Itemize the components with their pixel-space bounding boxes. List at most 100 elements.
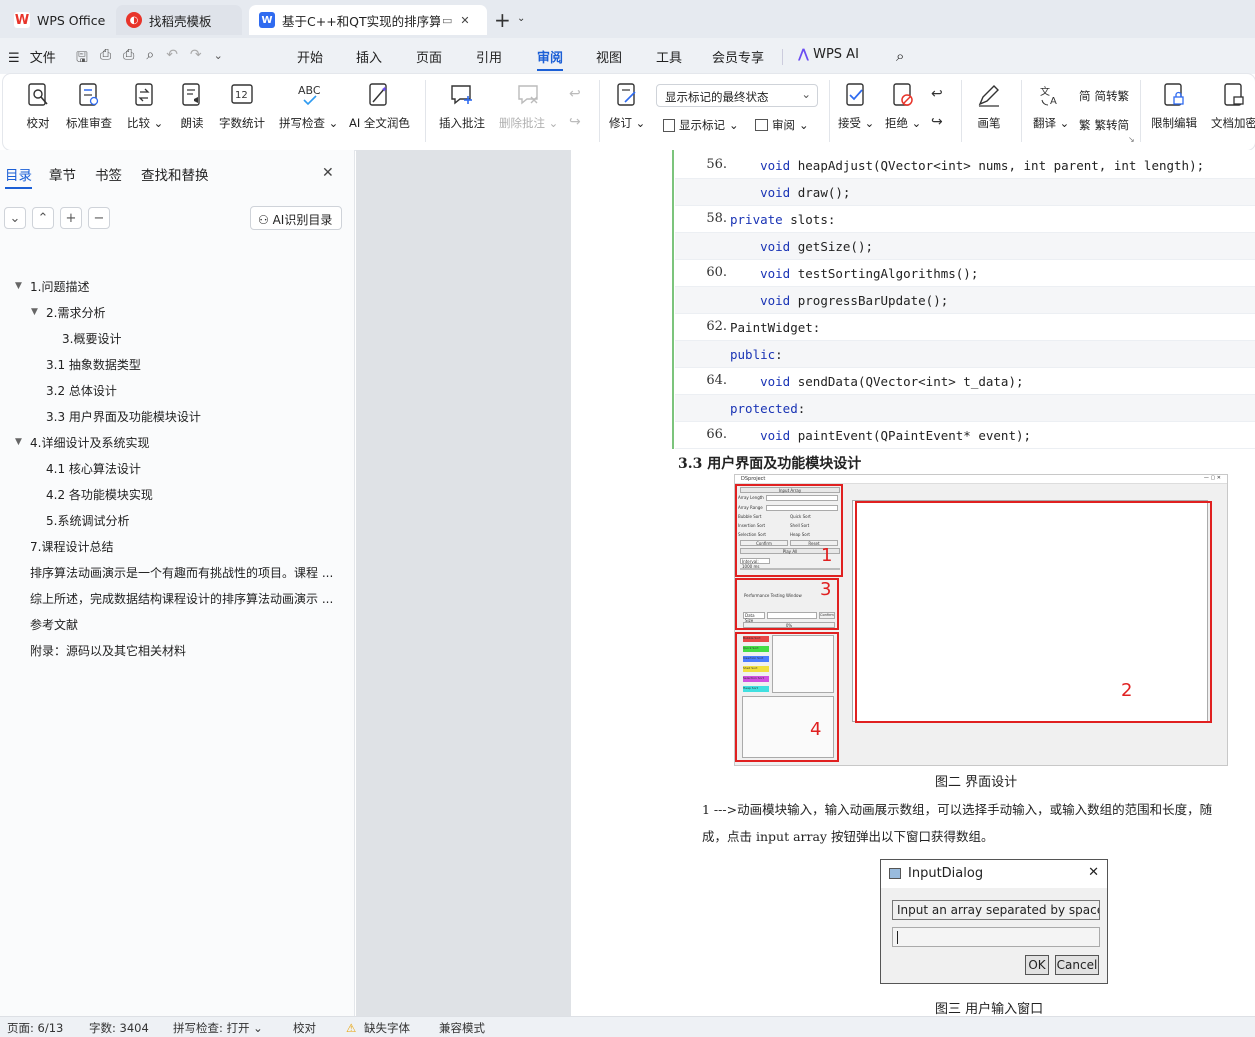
close-panel-icon[interactable]: ✕: [322, 165, 334, 181]
std-review-button[interactable]: 标准审查: [66, 82, 112, 131]
minus-icon: −: [93, 210, 105, 226]
review-pane-button[interactable]: 审阅 ⌄: [755, 117, 809, 133]
toc-item[interactable]: 排序算法动画演示是一个有趣而有挑战性的项目。课程 ...: [30, 564, 333, 581]
toc-item[interactable]: 3.2 总体设计: [46, 382, 117, 399]
toc-item[interactable]: 附录：源码以及其它相关材料: [30, 642, 186, 659]
simp-to-trad-icon: 简: [1079, 89, 1091, 103]
toc-item[interactable]: 3.概要设计: [62, 330, 121, 347]
insert-comment-icon: [449, 82, 475, 108]
next-comment-icon[interactable]: ↪: [569, 114, 581, 130]
fig-red-box-2: [855, 501, 1212, 723]
toc-item[interactable]: 3.1 抽象数据类型: [46, 356, 141, 373]
collapse-triangle-icon[interactable]: ▼: [31, 307, 38, 317]
remove-heading-button[interactable]: −: [88, 207, 110, 229]
spell-check-status[interactable]: 拼写检查: 打开 ⌄: [173, 1020, 263, 1036]
code-keyword: void: [760, 266, 791, 281]
word-count-button[interactable]: 12 字数统计: [219, 82, 265, 131]
hamburger-icon: ☰: [8, 51, 20, 66]
svg-text:文: 文: [1040, 85, 1050, 98]
tab-wps-office[interactable]: W WPS Office: [4, 5, 110, 35]
collapse-triangle-icon[interactable]: ▼: [15, 437, 22, 447]
panel-tab-toc[interactable]: 目录: [5, 164, 32, 189]
compare-button[interactable]: 比较 ⌄: [127, 82, 163, 131]
track-changes-button[interactable]: 修订 ⌄: [609, 82, 645, 131]
ai-toc-button[interactable]: ⚇ AI识别目录: [250, 206, 342, 230]
dialog-cancel-button: Cancel: [1055, 955, 1099, 975]
ai-polish-button[interactable]: ✦ AI 全文润色: [349, 82, 410, 131]
pen-button[interactable]: 画笔: [976, 82, 1002, 131]
prev-change-icon[interactable]: ↩: [931, 86, 943, 102]
search-icon[interactable]: ⌕: [896, 47, 904, 65]
markup-state-select[interactable]: 显示标记的最终状态 ⌄: [656, 84, 818, 107]
proofread-status[interactable]: 校对: [293, 1020, 316, 1036]
panel-tab-chapter[interactable]: 章节: [49, 164, 76, 184]
toc-item[interactable]: 7.课程设计总结: [30, 538, 113, 555]
code-text: slots:: [782, 212, 836, 227]
menu-insert[interactable]: 插入: [356, 47, 382, 66]
menu-start[interactable]: 开始: [297, 47, 323, 66]
insert-comment-button[interactable]: 插入批注: [439, 82, 485, 131]
expand-group-icon[interactable]: ↘: [1128, 135, 1135, 144]
toc-item[interactable]: 3.3 用户界面及功能模块设计: [46, 408, 201, 425]
menu-reference[interactable]: 引用: [476, 47, 502, 66]
proofread-button[interactable]: 校对: [25, 82, 51, 131]
toc-item[interactable]: 1.问题描述: [30, 278, 89, 295]
tab-list-chevron-icon[interactable]: ⌄: [517, 13, 525, 24]
add-heading-button[interactable]: +: [60, 207, 82, 229]
screen-icon[interactable]: ▭: [442, 14, 452, 27]
document-page[interactable]: 56. void heapAdjust(QVector<int> nums, i…: [571, 150, 1255, 1017]
save-icon[interactable]: 🖫: [76, 47, 88, 71]
expand-all-button[interactable]: ⌄: [4, 207, 26, 229]
toc-item[interactable]: 参考文献: [30, 616, 78, 633]
missing-font-status[interactable]: ⚠ 缺失字体: [346, 1020, 410, 1036]
export-icon[interactable]: ⎙: [100, 47, 111, 71]
collapse-triangle-icon[interactable]: ▼: [15, 281, 22, 291]
trad-to-simp-button[interactable]: 繁繁转简: [1079, 117, 1129, 133]
menu-member[interactable]: 会员专享: [712, 47, 764, 66]
toc-item[interactable]: 综上所述，完成数据结构课程设计的排序算法动画演示 ...: [30, 590, 333, 607]
next-change-icon[interactable]: ↪: [931, 114, 943, 130]
toc-item[interactable]: 2.需求分析: [46, 304, 105, 321]
menu-review[interactable]: 审阅: [537, 47, 564, 71]
menu-view[interactable]: 视图: [596, 47, 622, 66]
file-menu[interactable]: ☰ 文件: [8, 47, 56, 66]
word-count-status[interactable]: 字数: 3404: [89, 1020, 149, 1036]
menu-tools[interactable]: 工具: [656, 47, 682, 66]
reject-button[interactable]: 拒绝 ⌄: [885, 82, 921, 131]
undo-icon[interactable]: ↶: [166, 47, 178, 71]
simp-to-trad-button[interactable]: 简简转繁: [1079, 88, 1129, 104]
panel-tab-bookmark[interactable]: 书签: [95, 164, 122, 184]
more-chevron-icon[interactable]: ⌄: [214, 49, 223, 71]
panel-tab-find-replace[interactable]: 查找和替换: [141, 164, 209, 184]
translate-button[interactable]: 文A 翻译 ⌄: [1033, 82, 1069, 131]
document-area[interactable]: 56. void heapAdjust(QVector<int> nums, i…: [356, 150, 1255, 1017]
wps-ai-menu[interactable]: ⋀ WPS AI: [798, 47, 859, 62]
doc-encrypt-icon: [1221, 82, 1247, 108]
code-line: public:: [675, 341, 1255, 368]
tab-templates[interactable]: ◐ 找稻壳模板: [116, 5, 242, 35]
page-indicator[interactable]: 页面: 6/13: [7, 1020, 63, 1036]
ribbon-separator: [1140, 80, 1141, 142]
new-tab-icon[interactable]: +: [494, 8, 511, 32]
restrict-edit-button[interactable]: 限制编辑: [1151, 82, 1197, 131]
figure-3-caption: 图三 用户输入窗口: [935, 1002, 1044, 1017]
spell-check-button[interactable]: ABC 拼写检查 ⌄: [279, 82, 338, 131]
print-preview-icon[interactable]: ⌕: [146, 47, 154, 71]
prev-comment-icon[interactable]: ↩: [569, 86, 581, 102]
redo-icon[interactable]: ↷: [190, 47, 202, 71]
toc-item[interactable]: 4.1 核心算法设计: [46, 460, 141, 477]
toc-item[interactable]: 4.2 各功能模块实现: [46, 486, 153, 503]
accept-button[interactable]: 接受 ⌄: [838, 82, 874, 131]
show-markup-button[interactable]: 显示标记 ⌄: [663, 117, 739, 133]
toc-item[interactable]: 4.详细设计及系统实现: [30, 434, 149, 451]
toc-item[interactable]: 5.系统调试分析: [46, 512, 129, 529]
collapse-all-button[interactable]: ⌃: [32, 207, 54, 229]
menu-page[interactable]: 页面: [416, 47, 442, 66]
pen-icon: [976, 82, 1002, 108]
doc-encrypt-button[interactable]: 文档加密: [1211, 82, 1255, 131]
tab-document[interactable]: W 基于C++和QT实现的排序算法 ▭ ✕: [249, 5, 487, 35]
delete-comment-button[interactable]: 删除批注 ⌄: [499, 82, 558, 131]
print-icon[interactable]: ⎙: [123, 47, 134, 71]
read-aloud-button[interactable]: 朗读: [179, 82, 205, 131]
close-tab-icon[interactable]: ✕: [460, 14, 469, 27]
